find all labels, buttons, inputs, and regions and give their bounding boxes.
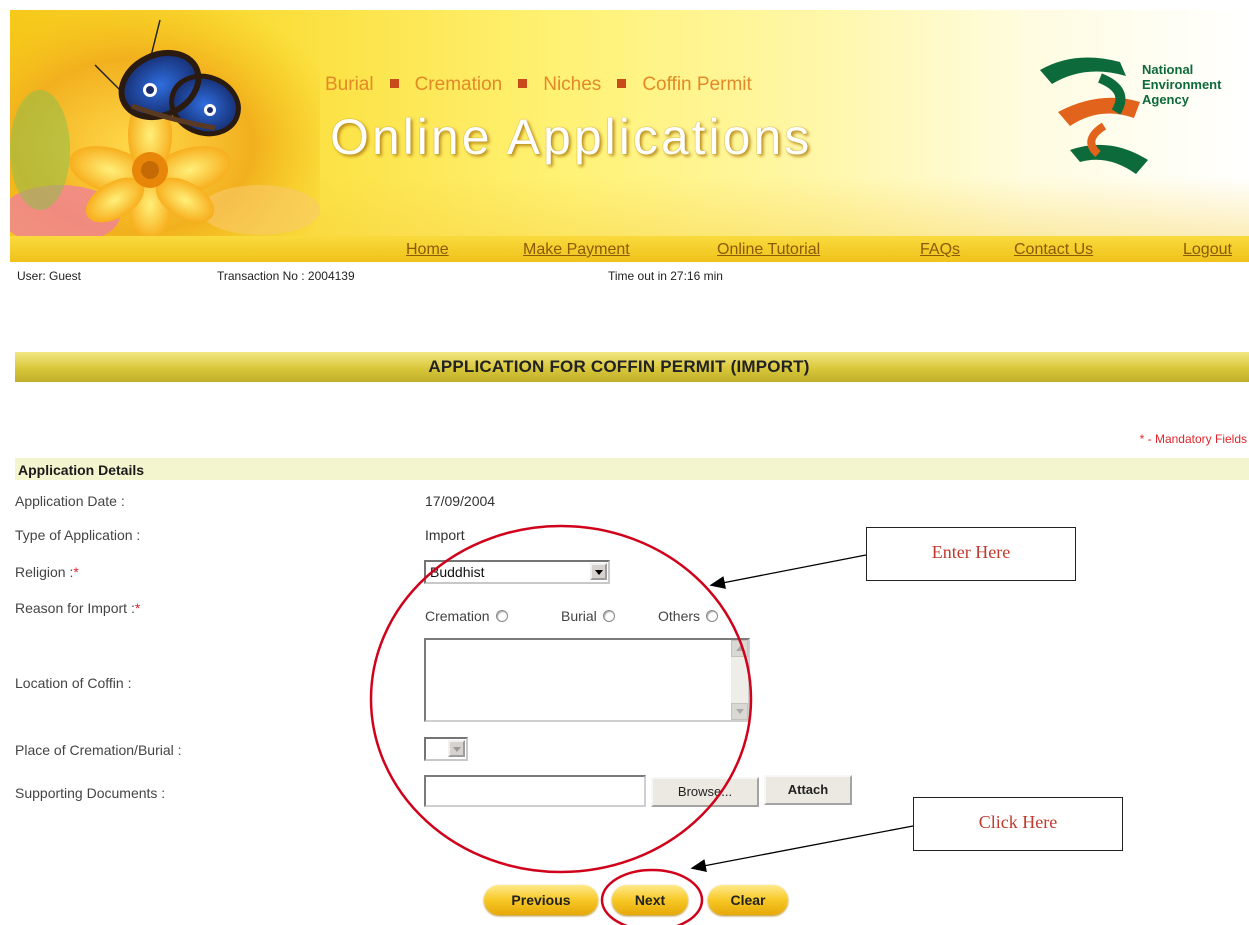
- session-timeout: Time out in 27:16 min: [608, 269, 723, 283]
- place-of-cremation-burial-label: Place of Cremation/Burial :: [15, 742, 182, 758]
- reason-option-label: Cremation: [425, 608, 490, 624]
- page-title: APPLICATION FOR COFFIN PERMIT (IMPORT): [428, 357, 810, 376]
- next-button[interactable]: Next: [612, 885, 688, 915]
- section-header: Application Details: [15, 458, 1249, 480]
- nav-make-payment-link[interactable]: Make Payment: [523, 241, 630, 259]
- required-marker: *: [73, 564, 79, 580]
- user-status: User: Guest: [17, 269, 82, 283]
- religion-label-text: Religion :: [15, 564, 74, 580]
- nav-online-tutorial-link[interactable]: Online Tutorial: [717, 241, 820, 259]
- click-here-arrow: [690, 825, 914, 872]
- reason-option-label: Burial: [561, 608, 597, 624]
- previous-button[interactable]: Previous: [484, 885, 598, 915]
- application-date-value: 17/09/2004: [425, 493, 496, 509]
- place-of-cremation-burial-select[interactable]: [424, 737, 468, 761]
- butterfly-flower-image: [10, 10, 320, 236]
- reason-label-text: Reason for Import :: [15, 600, 135, 616]
- supporting-documents-label: Supporting Documents :: [15, 785, 166, 801]
- agency-line-2: Environment: [1142, 77, 1222, 92]
- attach-button[interactable]: Attach: [764, 775, 852, 805]
- supporting-documents-file-input[interactable]: [424, 775, 646, 807]
- reason-option-label: Others: [658, 608, 701, 624]
- nav-logout-link[interactable]: Logout: [1183, 241, 1232, 259]
- nav-contact-us-link[interactable]: Contact Us: [1014, 241, 1093, 259]
- reason-option-burial[interactable]: Burial: [561, 608, 615, 624]
- clear-button[interactable]: Clear: [708, 885, 788, 915]
- bullet-square-icon: [518, 78, 528, 88]
- chevron-down-icon[interactable]: [590, 563, 607, 580]
- location-of-coffin-textarea[interactable]: [424, 638, 750, 722]
- type-of-application-value: Import: [425, 527, 465, 543]
- type-of-application-label: Type of Application :: [15, 527, 141, 543]
- chevron-down-icon[interactable]: [448, 740, 465, 757]
- enter-here-callout: Enter Here: [866, 527, 1076, 581]
- topnav-coffin-permit: Coffin Permit: [642, 74, 752, 95]
- agency-name: National Environment Agency: [1142, 62, 1221, 107]
- reason-option-others[interactable]: Others: [658, 608, 719, 624]
- scroll-down-icon[interactable]: [731, 703, 748, 720]
- required-marker: *: [134, 600, 141, 616]
- bullet-square-icon: [617, 78, 627, 88]
- others-radio[interactable]: [706, 610, 719, 622]
- click-here-text: Click Here: [978, 812, 1058, 832]
- reason-for-import-label: Reason for Import :*: [15, 600, 140, 616]
- enter-here-arrow: [709, 554, 867, 589]
- click-here-callout: Click Here: [913, 797, 1123, 851]
- form-title-bar: APPLICATION FOR COFFIN PERMIT (IMPORT): [15, 352, 1249, 382]
- location-of-coffin-label: Location of Coffin :: [15, 675, 132, 691]
- transaction-number: Transaction No : 2004139: [217, 269, 355, 283]
- topnav-burial: Burial: [325, 74, 374, 95]
- mandatory-fields-note: * - Mandatory Fields: [1139, 432, 1247, 446]
- nav-faqs-link[interactable]: FAQs: [920, 241, 960, 259]
- enter-here-text: Enter Here: [931, 542, 1011, 562]
- religion-label: Religion :*: [15, 564, 79, 580]
- nav-home-link[interactable]: Home: [406, 241, 449, 259]
- header-banner: Burial Cremation Niches Coffin Permit Onlin…: [10, 10, 1249, 236]
- bullet-square-icon: [389, 78, 399, 88]
- browse-button[interactable]: Browse...: [651, 777, 759, 807]
- top-category-nav: Burial Cremation Niches Coffin Permit: [325, 74, 752, 96]
- topnav-cremation: Cremation: [414, 74, 503, 95]
- reason-option-cremation[interactable]: Cremation: [425, 608, 508, 624]
- topnav-niches: Niches: [543, 74, 602, 95]
- religion-select[interactable]: Buddhist: [424, 560, 610, 584]
- section-header-label: Application Details: [18, 462, 145, 478]
- banner-title: Online Applications: [330, 109, 813, 165]
- scroll-up-icon[interactable]: [731, 640, 748, 657]
- agency-line-1: National: [1142, 62, 1194, 77]
- agency-line-3: Agency: [1142, 92, 1189, 107]
- religion-select-value: Buddhist: [430, 564, 485, 580]
- textarea-scrollbar[interactable]: [731, 640, 748, 720]
- cremation-radio[interactable]: [495, 610, 508, 622]
- application-date-label: Application Date :: [15, 493, 125, 509]
- burial-radio[interactable]: [602, 610, 615, 622]
- nea-logo-icon: [1040, 57, 1148, 174]
